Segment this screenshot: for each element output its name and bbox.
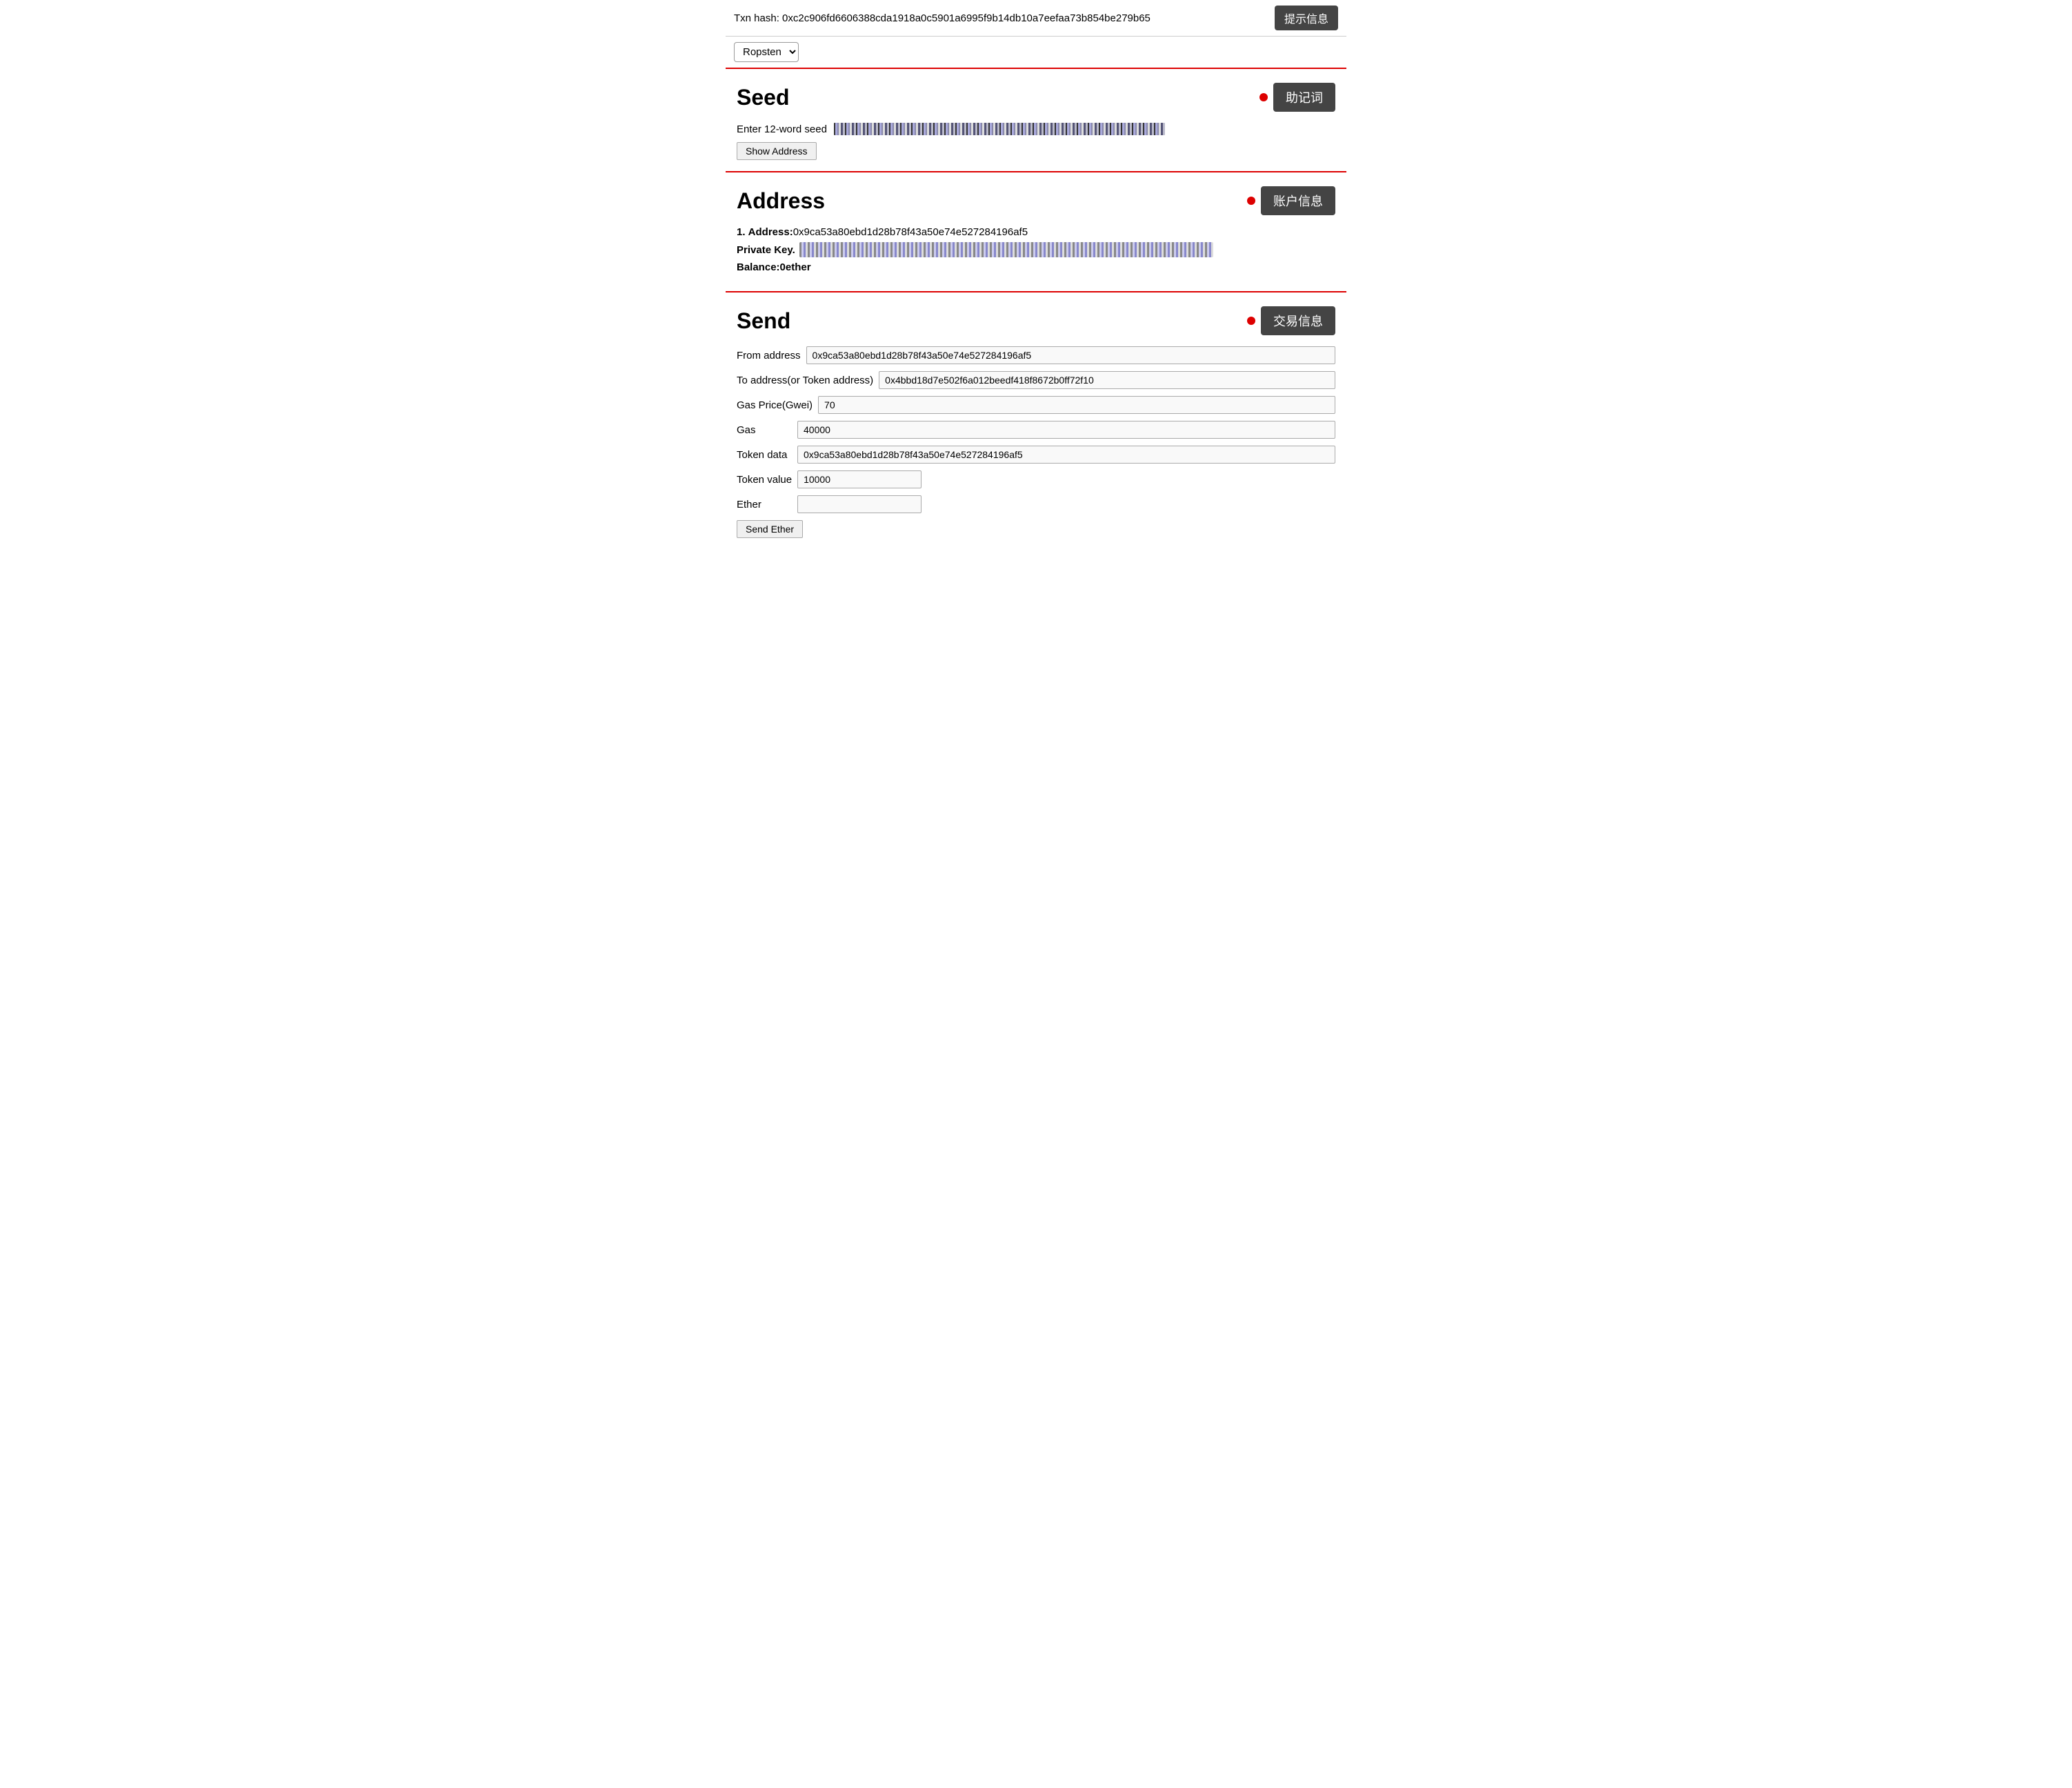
txn-hash-text: Txn hash: 0xc2c906fd6606388cda1918a0c590… [734,12,1268,24]
seed-blurred-visual [834,123,1165,135]
address-section-header: Address 账户信息 [737,186,1335,215]
txn-hash-value: 0xc2c906fd6606388cda1918a0c5901a6995f9b1… [782,12,1150,24]
send-section-header: Send 交易信息 [737,306,1335,335]
seed-section: Seed 助记词 Enter 12-word seed Show Address [726,69,1346,172]
txn-bar: Txn hash: 0xc2c906fd6606388cda1918a0c590… [726,0,1346,37]
to-address-input[interactable] [879,371,1335,389]
token-data-label: Token data [737,449,792,461]
send-badge: 交易信息 [1261,306,1335,335]
address-section-title: Address [737,188,825,214]
seed-section-title: Seed [737,85,789,110]
balance-label: Balance: [737,261,780,273]
private-key-dots [799,242,1213,257]
seed-badge: 助记词 [1273,83,1335,112]
gas-row: Gas [737,421,1335,439]
balance-value: 0ether [780,261,811,273]
from-address-label: From address [737,350,801,361]
address-badge: 账户信息 [1261,186,1335,215]
gas-price-input[interactable] [818,396,1335,414]
private-key-label: Private Key. [737,244,795,256]
token-value-label: Token value [737,474,792,486]
gas-price-row: Gas Price(Gwei) [737,396,1335,414]
ether-input[interactable] [797,495,922,513]
send-red-dot [1247,317,1255,325]
address-address-line: 1. Address:0x9ca53a80ebd1d28b78f43a50e74… [737,226,1335,238]
private-key-line: Private Key. [737,242,1335,257]
address-value: 0x9ca53a80ebd1d28b78f43a50e74e527284196a… [793,226,1028,238]
to-address-label: To address(or Token address) [737,375,873,386]
network-bar: Ropsten Mainnet Rinkeby Kovan [726,37,1346,69]
seed-section-header: Seed 助记词 [737,83,1335,112]
from-address-row: From address [737,346,1335,364]
address-red-dot [1247,197,1255,205]
network-select[interactable]: Ropsten Mainnet Rinkeby Kovan [734,42,799,62]
from-address-input[interactable] [806,346,1335,364]
gas-label: Gas [737,424,792,436]
ether-row: Ether [737,495,1335,513]
token-value-input[interactable] [797,470,922,488]
txn-tooltip-badge: 提示信息 [1275,6,1338,30]
token-value-row: Token value [737,470,1335,488]
send-badge-area: 交易信息 [1247,306,1335,335]
to-address-row: To address(or Token address) [737,371,1335,389]
txn-hash-label: Txn hash: [734,12,779,24]
gas-price-label: Gas Price(Gwei) [737,399,813,411]
seed-red-dot [1259,93,1268,101]
send-ether-button[interactable]: Send Ether [737,520,803,538]
address-badge-area: 账户信息 [1247,186,1335,215]
ether-label: Ether [737,499,792,510]
address-item: 1. Address:0x9ca53a80ebd1d28b78f43a50e74… [737,226,1335,273]
seed-input-row: Enter 12-word seed [737,123,1335,135]
seed-badge-area: 助记词 [1259,83,1335,112]
seed-input-label: Enter 12-word seed [737,123,827,135]
gas-input[interactable] [797,421,1335,439]
send-section: Send 交易信息 From address To address(or Tok… [726,292,1346,549]
send-section-title: Send [737,308,790,334]
show-address-button[interactable]: Show Address [737,142,817,160]
address-section: Address 账户信息 1. Address:0x9ca53a80ebd1d2… [726,172,1346,292]
balance-line: Balance:0ether [737,261,1335,273]
token-data-input[interactable] [797,446,1335,464]
token-data-row: Token data [737,446,1335,464]
